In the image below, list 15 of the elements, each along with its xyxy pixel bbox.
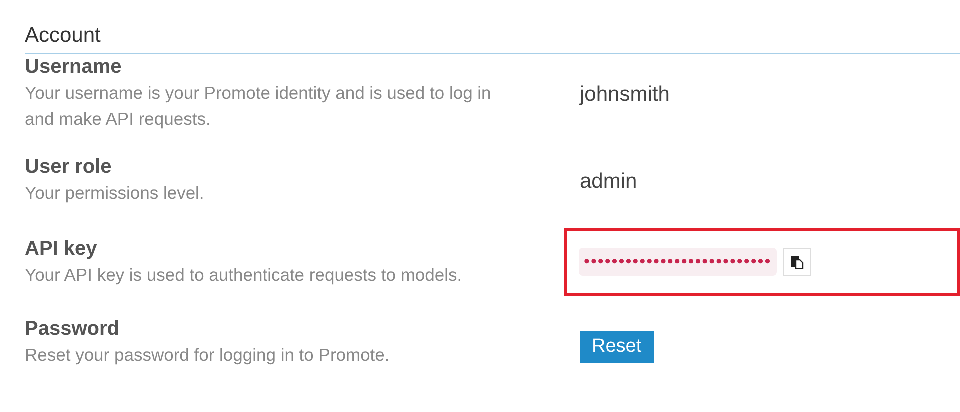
- setting-description: Your permissions level.: [25, 182, 206, 205]
- setting-value: johnsmith: [580, 82, 670, 107]
- setting-value: admin: [580, 169, 638, 194]
- setting-description: Reset your password for logging in to Promote.: [25, 344, 391, 367]
- reset-button[interactable]: Reset: [580, 331, 654, 363]
- setting-label: User role: [25, 155, 113, 180]
- setting-description: Your API key is used to authenticate requests to models.: [25, 264, 464, 287]
- clipboard-icon: [790, 255, 804, 269]
- api-key-field[interactable]: •••••••••••••••••••••••••••: [579, 248, 777, 276]
- setting-label: Password: [25, 317, 120, 342]
- copy-button[interactable]: [782, 248, 811, 276]
- setting-label: API key: [25, 237, 98, 262]
- section-title: Account: [25, 23, 102, 49]
- setting-label: Username: [25, 55, 123, 80]
- setting-description: Your username is your Promote identity and is used to log in and make API requests.: [25, 82, 492, 131]
